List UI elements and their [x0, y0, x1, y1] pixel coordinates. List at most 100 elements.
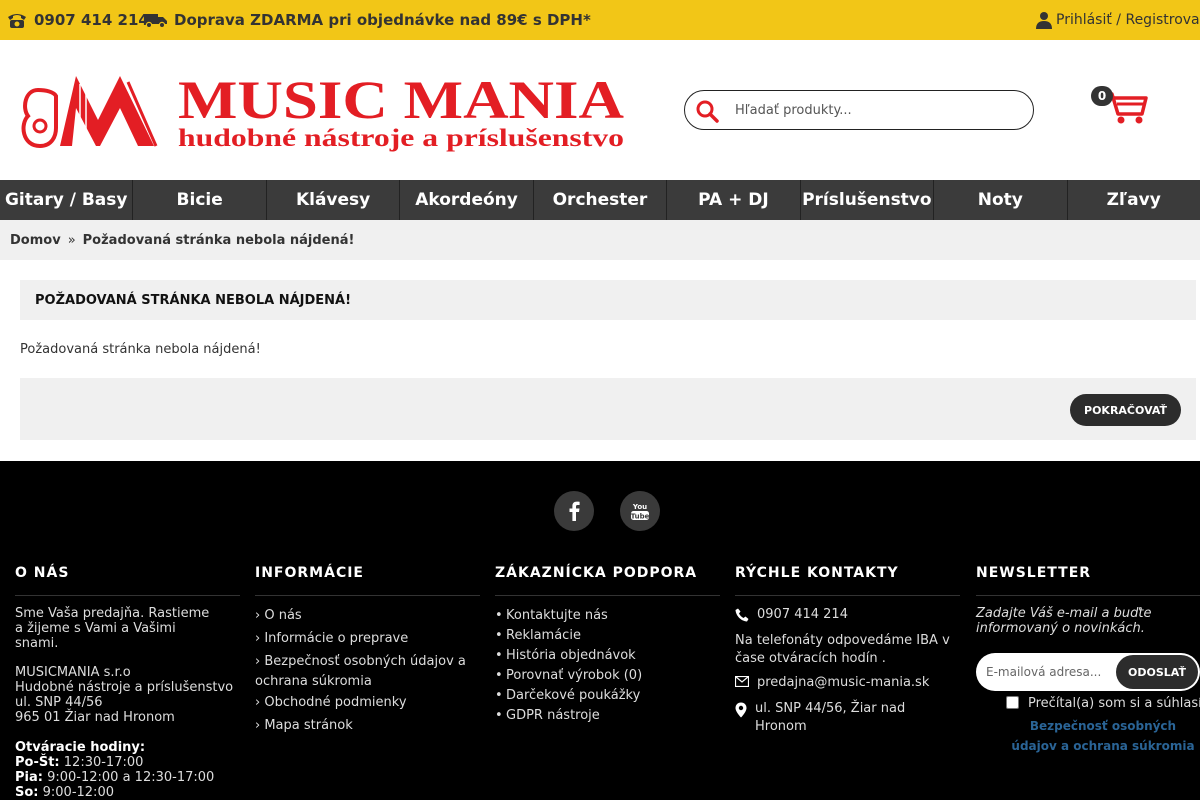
main-nav: Gitary / Basy Bicie Klávesy Akordeóny Or…	[0, 180, 1200, 220]
not-found-message: Požadovaná stránka nebola nájdená!	[20, 342, 261, 357]
bullet-icon: •	[495, 688, 503, 703]
footer-about-title: O NÁS	[15, 565, 70, 581]
footer-hours-time: 9:00-12:00 a 12:30-17:00	[42, 770, 215, 785]
bullet-icon: •	[495, 628, 503, 643]
footer-hours-time: 9:00-12:00	[38, 785, 114, 800]
footer-link-reklamacie[interactable]: • Reklamácie	[495, 626, 720, 646]
footer-contact-phone-text: 0907 414 214	[757, 607, 848, 622]
chevron-right-icon: ›	[255, 654, 261, 669]
footer-company: MUSICMANIA s.r.o	[15, 665, 131, 680]
envelope-icon	[735, 676, 749, 687]
footer-link-preprava[interactable]: › Informácie o preprave	[255, 629, 480, 649]
cart-count-badge: 0	[1091, 86, 1113, 106]
search-input[interactable]	[735, 99, 1015, 121]
top-bar: 0907 414 214 Doprava ZDARMA pri objednáv…	[0, 0, 1200, 40]
footer-link-label: O nás	[264, 608, 302, 623]
bullet-icon: •	[495, 608, 503, 623]
footer-link-bezpecnost[interactable]: › Bezpečnosť osobných údajov a ochrana s…	[255, 652, 480, 692]
footer-hours-day: So:	[15, 785, 39, 800]
footer-link-label: Informácie o preprave	[264, 631, 409, 646]
facebook-icon	[569, 501, 580, 521]
continue-button[interactable]: POKRAČOVAŤ	[1070, 394, 1181, 426]
footer-city: 965 01 Žiar nad Hronom	[15, 710, 175, 725]
footer-link-gdpr[interactable]: • GDPR nástroje	[495, 706, 720, 726]
nav-item-gitary-basy[interactable]: Gitary / Basy	[0, 180, 134, 220]
footer-link-poukazky[interactable]: • Darčekové poukážky	[495, 686, 720, 706]
nav-item-prislusenstvo[interactable]: Príslušenstvo	[801, 180, 935, 220]
footer-contacts-title: RÝCHLE KONTAKTY	[735, 565, 899, 581]
page-title: POŽADOVANÁ STRÁNKA NEBOLA NÁJDENÁ!	[20, 280, 1196, 320]
footer-link-kontakt[interactable]: • Kontaktujte nás	[495, 606, 720, 626]
newsletter-submit-button[interactable]: ODOSLAŤ	[1116, 655, 1198, 689]
footer-contact-phone[interactable]: 0907 414 214	[735, 606, 960, 624]
footer-support-title: ZÁKAZNÍCKA PODPORA	[495, 565, 698, 581]
topbar-phone[interactable]: 0907 414 214	[6, 0, 149, 40]
topbar-shipping-text: Doprava ZDARMA pri objednávke nad 89€ s …	[174, 11, 591, 29]
footer-link-historia[interactable]: • História objednávok	[495, 646, 720, 666]
svg-text:Tube: Tube	[631, 513, 650, 521]
footer-link-obchodne-podmienky[interactable]: › Obchodné podmienky	[255, 693, 480, 713]
footer-link-label: Reklamácie	[506, 628, 581, 643]
footer-link-label: Mapa stránok	[264, 718, 353, 733]
account-link[interactable]: Prihlásiť / Registrovať	[1036, 0, 1200, 40]
footer-contact-address: ul. SNP 44/56, Žiar nad Hronom	[735, 700, 960, 736]
footer-contact-email[interactable]: predajna@music-mania.sk	[735, 674, 960, 692]
footer-contacts: RÝCHLE KONTAKTY 0907 414 214 Na telefoná…	[735, 563, 960, 736]
footer-link-mapa-stranok[interactable]: › Mapa stránok	[255, 716, 480, 736]
map-pin-icon	[735, 702, 747, 718]
logo-emblem	[21, 76, 158, 149]
logo-brand-text: MUSIC MANIA	[178, 70, 624, 130]
chevron-right-icon: ›	[255, 608, 261, 623]
footer-about-intro: Sme Vaša predajňa. Rastieme a žijeme s V…	[15, 606, 210, 651]
search-icon[interactable]	[695, 99, 719, 123]
footer-info-title: INFORMÁCIE	[255, 565, 364, 581]
chevron-right-icon: ›	[255, 631, 261, 646]
footer-hours-day: Pia:	[15, 770, 43, 785]
logo-tagline-text: hudobné nástroje a príslušenstvo	[178, 125, 624, 152]
footer-newsletter-title: NEWSLETTER	[976, 565, 1092, 581]
newsletter-email-input[interactable]	[986, 663, 1116, 681]
footer-hours-title: Otváracie hodiny:	[15, 740, 146, 755]
newsletter-consent-text: Prečítal(a) som si a súhlasím s	[1028, 696, 1200, 711]
nav-item-klavesy[interactable]: Klávesy	[267, 180, 401, 220]
footer-divider	[15, 595, 240, 596]
footer-hours-row: Po-Št: 12:30-17:00	[15, 755, 240, 770]
phone-icon	[735, 608, 749, 622]
bullet-icon: •	[495, 708, 503, 723]
music-mania-logo[interactable]: MUSIC MANIA hudobné nástroje a príslušen…	[20, 70, 630, 156]
bullet-icon: •	[495, 648, 503, 663]
breadcrumb: Domov » Požadovaná stránka nebola nájden…	[0, 220, 1200, 260]
footer-link-label: Porovnať výrobok (0)	[506, 668, 643, 683]
nav-item-orchester[interactable]: Orchester	[534, 180, 668, 220]
breadcrumb-separator: »	[67, 232, 76, 248]
footer-hours-day: Po-Št:	[15, 755, 60, 770]
nav-item-noty[interactable]: Noty	[934, 180, 1068, 220]
telephone-icon	[8, 14, 26, 28]
footer-divider	[255, 595, 480, 596]
youtube-button[interactable]: You Tube	[620, 491, 660, 531]
nav-item-pa-dj[interactable]: PA + DJ	[667, 180, 801, 220]
footer-contact-note: Na telefonáty odpovedáme IBA v čase otvá…	[735, 633, 950, 666]
newsletter-consent-row: Prečítal(a) som si a súhlasím s	[1006, 696, 1200, 711]
nav-item-bicie[interactable]: Bicie	[133, 180, 267, 220]
topbar-shipping: Doprava ZDARMA pri objednávke nad 89€ s …	[144, 0, 591, 40]
footer-hours-row: Pia: 9:00-12:00 a 12:30-17:00	[15, 770, 240, 785]
breadcrumb-home[interactable]: Domov	[10, 233, 61, 248]
nav-item-zlavy[interactable]: Zľavy	[1068, 180, 1200, 220]
newsletter-consent-link[interactable]: Bezpečnosť osobných údajov a ochrana súk…	[1006, 716, 1200, 756]
breadcrumb-current[interactable]: Požadovaná stránka nebola nájdená!	[83, 233, 355, 248]
footer-divider	[495, 595, 720, 596]
account-link-text: Prihlásiť / Registrovať	[1056, 12, 1200, 28]
newsletter-form: ODOSLAŤ	[976, 653, 1200, 691]
facebook-button[interactable]	[554, 491, 594, 531]
footer-link-label: História objednávok	[506, 648, 636, 663]
footer-newsletter: NEWSLETTER Zadajte Váš e-mail a buďte in…	[976, 563, 1200, 636]
chevron-right-icon: ›	[255, 718, 261, 733]
footer-link-porovnat[interactable]: • Porovnať výrobok (0)	[495, 666, 720, 686]
user-icon	[1036, 12, 1052, 29]
footer-contact-email-text: predajna@music-mania.sk	[757, 675, 930, 690]
footer-contact-address-text: ul. SNP 44/56, Žiar nad Hronom	[755, 701, 906, 734]
newsletter-consent-checkbox[interactable]	[1006, 696, 1019, 709]
nav-item-akordeony[interactable]: Akordeóny	[400, 180, 534, 220]
footer-link-o-nas[interactable]: › O nás	[255, 606, 480, 626]
